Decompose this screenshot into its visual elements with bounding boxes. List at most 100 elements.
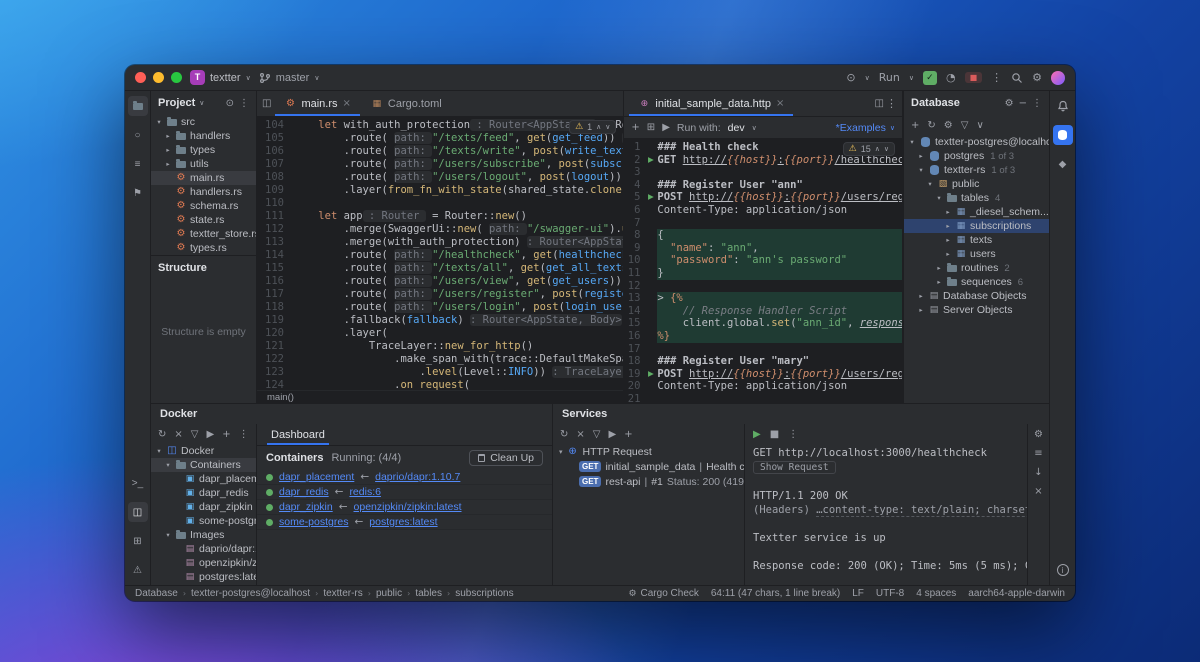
container-name-link[interactable]: some-postgres (279, 516, 348, 528)
status-breadcrumb-item[interactable]: Database (135, 588, 178, 599)
chevron-icon[interactable]: ▸ (917, 152, 925, 160)
tree-item-dapr-redis[interactable]: ▣dapr_redis (151, 486, 256, 500)
cargo-check-badge[interactable]: ✓ (923, 71, 937, 85)
rerun-icon[interactable]: ▶ (753, 429, 761, 440)
chevron-icon[interactable]: ▸ (935, 278, 943, 286)
add-icon[interactable]: + (222, 429, 230, 440)
tree-item-routines[interactable]: ▸routines2 (904, 261, 1049, 275)
code-line[interactable]: 112 .merge(SwaggerUi::new( path: "/swagg… (257, 223, 623, 236)
tree-item--diesel-schem-[interactable]: ▸▦_diesel_schem... (904, 205, 1049, 219)
chevron-icon[interactable]: ▾ (908, 138, 916, 146)
tree-item-subscriptions[interactable]: ▸▦subscriptions (904, 219, 1049, 233)
status-breadcrumb-item[interactable]: textter-rs (323, 588, 362, 599)
commit-icon[interactable]: ○ (128, 125, 148, 145)
tree-item-images[interactable]: ▾Images (151, 528, 256, 542)
code-line[interactable]: 17 (624, 343, 902, 356)
settings-gear-icon[interactable]: ⚙ (1032, 71, 1042, 84)
tree-item-types[interactable]: ▸types (151, 143, 256, 157)
ai-assistant-icon[interactable]: ◆ (1053, 154, 1073, 174)
run-request-icon[interactable]: ▶ (644, 368, 657, 381)
editor-layout-icon[interactable]: ◫ (262, 98, 271, 109)
code-line[interactable]: 3 (624, 166, 902, 179)
cargo-check-widget[interactable]: ⚙ Cargo Check (628, 588, 698, 599)
code-line[interactable]: 8{ (624, 229, 902, 242)
code-line[interactable]: 120 .layer( (257, 327, 623, 340)
code-line[interactable]: 108 .route( path: "/users/logout", post(… (257, 171, 623, 184)
chevron-icon[interactable]: ▾ (926, 180, 934, 188)
chevron-icon[interactable]: ▾ (935, 194, 943, 202)
chevron-icon[interactable]: ▸ (917, 292, 925, 300)
code-line[interactable]: 13> {% (624, 292, 902, 305)
code-line[interactable]: 11} (624, 267, 902, 280)
close-icon[interactable]: × (576, 429, 584, 440)
status-item[interactable]: 64:11 (47 chars, 1 line break) (711, 588, 840, 599)
more-icon[interactable]: ⋮ (239, 98, 249, 109)
code-line[interactable]: 105 .route( path: "/texts/feed", get(get… (257, 132, 623, 145)
stop-icon[interactable]: ■ (770, 429, 779, 440)
code-line[interactable]: 4### Register User "ann" (624, 179, 902, 192)
container-name-link[interactable]: dapr_zipkin (279, 501, 333, 513)
notifications-bell-icon[interactable] (1053, 96, 1073, 116)
tree-item-schema-rs[interactable]: ⚙schema.rs (151, 199, 256, 213)
settings-icon[interactable]: ⚙ (1005, 98, 1014, 109)
collapse-icon[interactable]: ∨ (976, 120, 983, 131)
add-icon[interactable]: + (911, 120, 919, 131)
code-line[interactable]: 12 (624, 280, 902, 293)
tree-item-main-rs[interactable]: ⚙main.rs (151, 171, 256, 185)
container-name-link[interactable]: dapr_redis (279, 486, 329, 498)
scroll-end-icon[interactable]: ↓ (1034, 467, 1042, 478)
more-icon[interactable]: ⋮ (1032, 98, 1042, 109)
status-breadcrumb-item[interactable]: tables (415, 588, 442, 599)
branch-widget[interactable]: master ∨ (259, 72, 320, 84)
tree-item-docker[interactable]: ▾◫Docker (151, 444, 256, 458)
breadcrumb-item[interactable]: main() (267, 392, 294, 403)
tree-item-some-postgres[interactable]: ▣some-postgres (151, 514, 256, 528)
chevron-icon[interactable]: ▾ (155, 447, 163, 455)
code-line[interactable]: 118 .route( path: "/users/login", post(l… (257, 301, 623, 314)
chevron-icon[interactable]: ▸ (164, 146, 172, 154)
refresh-icon[interactable]: ↻ (927, 120, 935, 131)
code-line[interactable]: 107 .route( path: "/users/subscribe", po… (257, 158, 623, 171)
chevron-icon[interactable]: ▾ (155, 118, 163, 126)
add-request-icon[interactable]: + (631, 122, 639, 133)
settings-icon[interactable]: ⚙ (944, 120, 953, 131)
code-line[interactable]: 124 .on_request( (257, 379, 623, 390)
next-problem-icon[interactable]: ∨ (884, 145, 889, 153)
tree-item-openzipkin-zipkin[interactable]: ▤openzipkin/zipkin (151, 556, 256, 570)
code-line[interactable]: 14 // Response Handler Script (624, 305, 902, 318)
tree-item-textter-rs[interactable]: ▾textter-rs1 of 3 (904, 163, 1049, 177)
soft-wrap-icon[interactable]: ≡ (1034, 448, 1042, 459)
code-line[interactable]: 10 "password": "ann's password" (624, 254, 902, 267)
editor-breadcrumbs[interactable]: main() (257, 390, 623, 403)
code-line[interactable]: 106 .route( path: "/texts/write", post(w… (257, 145, 623, 158)
chevron-icon[interactable]: ▾ (917, 166, 925, 174)
start-icon[interactable]: ▶ (608, 429, 616, 440)
tree-item-handlers[interactable]: ▸handlers (151, 129, 256, 143)
code-line[interactable]: 9 "name": "ann", (624, 242, 902, 255)
env-selector[interactable]: dev (728, 122, 745, 134)
code-line[interactable]: 114 .route( path: "/healthcheck", get(he… (257, 249, 623, 262)
close-tab-icon[interactable]: × (343, 98, 351, 109)
tab-main-rs[interactable]: ⚙ main.rs × (275, 91, 359, 116)
container-row[interactable]: dapr_zipkin←openzipkin/zipkin:latest (257, 500, 552, 515)
bookmarks-icon[interactable]: ⚑ (128, 183, 148, 203)
tree-item-utils[interactable]: ▸utils (151, 157, 256, 171)
services-group-http-request[interactable]: ▾⊕HTTP Request (553, 444, 744, 459)
add-icon[interactable]: + (624, 429, 632, 440)
code-line[interactable]: 5▶POST http://{{host}}:{{port}}/users/re… (624, 191, 902, 204)
code-line[interactable]: 109 .layer(from_fn_with_state(shared_sta… (257, 184, 623, 197)
chevron-icon[interactable]: ▾ (164, 461, 172, 469)
container-name-link[interactable]: dapr_placement (279, 471, 354, 483)
run-configuration[interactable]: Run (879, 71, 900, 84)
chevron-icon[interactable]: ▸ (944, 222, 952, 230)
tree-item-postgres[interactable]: ▸postgres1 of 3 (904, 149, 1049, 163)
code-line[interactable]: 122 .make_span_with(trace::DefaultMakeSp… (257, 353, 623, 366)
image-name-link[interactable]: redis:6 (349, 486, 381, 498)
close-window-button[interactable] (135, 72, 146, 83)
minimize-window-button[interactable] (153, 72, 164, 83)
code-line[interactable]: 113 .merge(with_auth_protection) : Route… (257, 236, 623, 249)
status-item[interactable]: 4 spaces (916, 588, 956, 599)
tree-item-dapr-zipkin[interactable]: ▣dapr_zipkinhealthy (151, 500, 256, 514)
status-breadcrumb-item[interactable]: textter-postgres@localhost (191, 588, 310, 599)
refresh-icon[interactable]: ↻ (158, 429, 166, 440)
